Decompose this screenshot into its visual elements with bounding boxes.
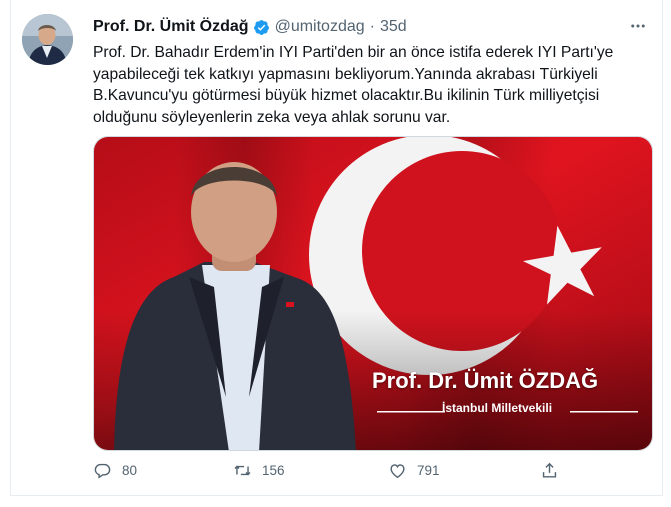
separator-dot: · bbox=[369, 18, 375, 35]
retweet-button[interactable]: 156 bbox=[233, 461, 285, 480]
image-overlay-subtitle: İstanbul Milletvekili bbox=[442, 401, 553, 415]
tweet-text-line: olduğunu söyleyenlerin zeka veya ahlak s… bbox=[93, 108, 451, 126]
tweet-text-line: B.Kavuncu'yu götürmesi büyük hizmet olac… bbox=[93, 87, 600, 104]
avatar[interactable] bbox=[22, 14, 73, 65]
image-overlay-name: Prof. Dr. Ümit ÖZDAĞ bbox=[372, 368, 599, 393]
retweet-count: 156 bbox=[262, 463, 285, 478]
verified-badge-icon bbox=[253, 19, 269, 35]
tweet-media-image[interactable] bbox=[93, 136, 653, 451]
tweet-actions: 80 156 791 bbox=[93, 461, 653, 483]
author-handle[interactable]: @umitozdag bbox=[275, 18, 365, 36]
tweet-header: Prof. Dr. Ümit Özdağ @umitozdag · 35d bbox=[93, 16, 407, 38]
tweet-text-line: Prof. Dr. Bahadır Erdem'in IYI Parti'den… bbox=[93, 44, 614, 61]
avatar-photo bbox=[22, 14, 73, 65]
share-icon bbox=[542, 462, 557, 478]
tweet-timestamp[interactable]: 35d bbox=[380, 18, 407, 36]
like-button[interactable]: 791 bbox=[388, 461, 440, 480]
author-name[interactable]: Prof. Dr. Ümit Özdağ bbox=[93, 18, 249, 36]
more-icon bbox=[631, 24, 645, 28]
reply-icon bbox=[94, 463, 111, 479]
like-icon bbox=[390, 464, 405, 479]
tweet-text-line: yapabileceği tek katkıyı yapmasını bekli… bbox=[93, 65, 598, 83]
reply-count: 80 bbox=[122, 463, 138, 478]
flag-portrait-image bbox=[94, 137, 652, 450]
tweet-text: Prof. Dr. Bahadır Erdem'in IYI Parti'den… bbox=[93, 42, 648, 128]
like-count: 791 bbox=[417, 463, 440, 478]
retweet-icon bbox=[234, 465, 251, 476]
reply-button[interactable]: 80 bbox=[93, 461, 137, 480]
share-button[interactable] bbox=[540, 461, 569, 480]
more-button[interactable] bbox=[627, 15, 649, 37]
